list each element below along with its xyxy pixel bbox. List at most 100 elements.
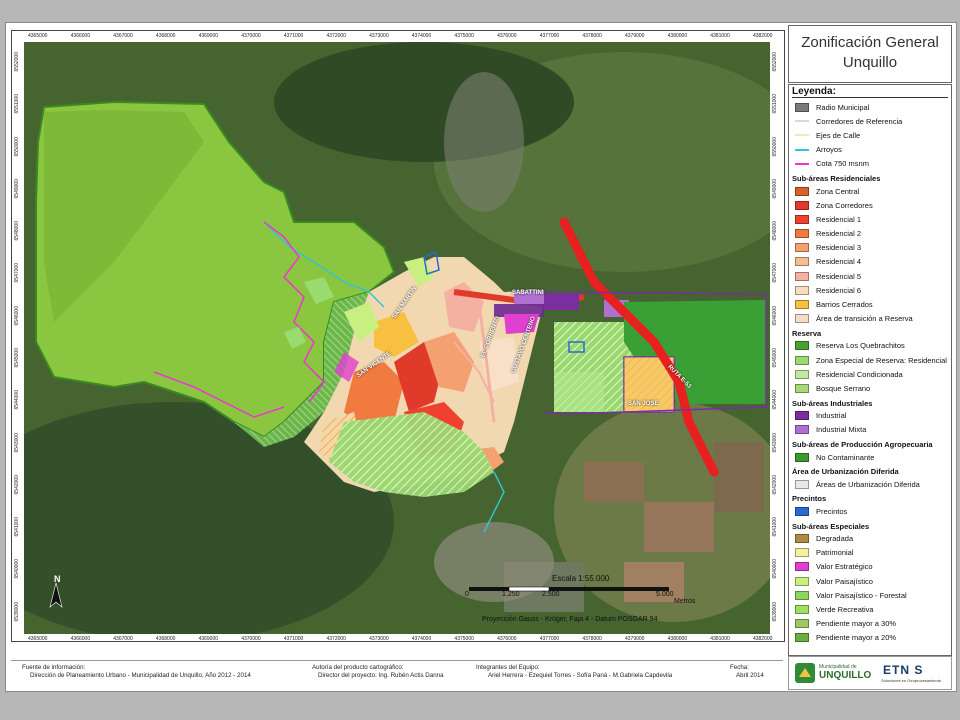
- legend-swatch-icon: [795, 134, 809, 137]
- legend-swatch-icon: [795, 383, 809, 393]
- footer-author: Autoría del producto cartográfico: Direc…: [312, 664, 444, 680]
- legend-items: Radio Municipal Corredores de Referencia E…: [789, 100, 951, 645]
- legend-item-label: Residencial Condicionada: [816, 369, 903, 379]
- x-tick-bottom: 4367000: [113, 636, 133, 642]
- y-tick-left: 6552000: [14, 52, 20, 72]
- footer-team-text: Ariel Herrera - Ezequiel Torres - Sofía …: [488, 672, 673, 679]
- legend-swatch-icon: [795, 605, 809, 615]
- legend-item: Industrial Mixta: [789, 423, 951, 437]
- legend-item: Área de transición a Reserva: [789, 312, 951, 326]
- legend-swatch-icon: [795, 576, 809, 586]
- x-tick-bottom: 4372000: [326, 636, 346, 642]
- map-canvas[interactable]: SABATTINI SAN JOSE RUTA E-53 SAN MARTIN …: [24, 42, 770, 634]
- north-label: N: [54, 574, 61, 584]
- x-tick-top: 4372000: [326, 33, 346, 39]
- legend-section-heading: Sub-áreas Especiales: [792, 521, 870, 531]
- legend-swatch-icon: [795, 200, 809, 210]
- y-tick-right: 6548000: [772, 221, 778, 241]
- legend-item-label: Cota 750 msnm: [816, 159, 869, 169]
- legend-item: Residencial 4: [789, 255, 951, 269]
- legend-item: Patrimonial: [789, 546, 951, 560]
- legend-item-label: Residencial 2: [816, 229, 862, 239]
- y-tick-right: 6543000: [772, 432, 778, 453]
- legend-item-label: Arroyos: [816, 145, 842, 155]
- legend-item: Zona Central: [789, 184, 951, 198]
- legend-item-label: Zona Especial de Reserva: Residencial: [816, 355, 947, 365]
- y-tick-right: 6542000: [772, 474, 778, 495]
- legend-item-label: Pendiente mayor a 30%: [816, 619, 897, 629]
- y-tick-left: 6540000: [14, 559, 20, 579]
- legend-section-heading: Reserva: [792, 328, 822, 338]
- legend-swatch-icon: [795, 120, 809, 123]
- legend-panel: Leyenda: Radio Municipal Corredores de Re…: [788, 84, 952, 656]
- legend-item: Ejes de Calle: [789, 128, 951, 142]
- legend-swatch-icon: [795, 411, 809, 421]
- y-tick-left: 6550000: [14, 136, 20, 157]
- legend-item-label: Zona Corredores: [816, 200, 873, 210]
- x-tick-bottom: 4377000: [539, 636, 560, 642]
- x-tick-bottom: 4382000: [752, 636, 773, 642]
- x-tick-top: 4370000: [241, 33, 261, 39]
- legend-item-label: Pendiente mayor a 20%: [816, 633, 897, 643]
- y-tick-left: 6542000: [14, 474, 20, 495]
- x-tick-top: 4375000: [454, 33, 474, 39]
- y-tick-right: 6541000: [772, 517, 778, 537]
- y-tick-right: 6550000: [772, 136, 778, 157]
- x-tick-bottom: 4373000: [369, 636, 389, 642]
- legend-item: Residencial 6: [789, 283, 951, 297]
- legend-title: Leyenda:: [792, 86, 836, 97]
- legend-item: Residencial 1: [789, 212, 951, 226]
- y-tick-right: 6546000: [772, 305, 778, 326]
- y-tick-right: 6539000: [772, 601, 778, 622]
- legend-item-label: Valor Paisajístico: [816, 576, 873, 586]
- legend-item-label: Precintos: [816, 506, 848, 516]
- legend-item: Zona Especial de Reserva: Residencial: [789, 353, 951, 367]
- legend-item: Verde Recreativa: [789, 602, 951, 616]
- y-tick-right: 6547000: [772, 263, 778, 283]
- x-tick-top: 4374000: [411, 33, 432, 39]
- legend-section-heading: Área de Urbanización Diferida: [792, 467, 899, 477]
- map-title-box: Zonificación General Unquillo: [788, 25, 952, 83]
- legend-swatch-icon: [795, 229, 809, 239]
- legend-swatch-icon: [795, 633, 809, 643]
- legend-swatch-icon: [795, 479, 809, 489]
- x-tick-bottom: 4366000: [70, 636, 91, 642]
- x-tick-top: 4379000: [625, 33, 645, 39]
- legend-swatch-icon: [795, 534, 809, 544]
- scale-tick-2: 2.500: [542, 591, 560, 598]
- x-tick-bottom: 4380000: [667, 636, 688, 642]
- x-tick-top: 4376000: [497, 33, 517, 39]
- x-tick-top: 4366000: [70, 33, 91, 39]
- etnos-text: ETN S: [883, 663, 924, 677]
- y-tick-right: 6551000: [772, 94, 778, 114]
- footer-team-heading: Integrantes del Equipo:: [476, 664, 540, 671]
- y-tick-right: 6544000: [772, 390, 778, 410]
- x-tick-bottom: 4371000: [283, 636, 304, 642]
- legend-item-label: Residencial 5: [816, 271, 862, 281]
- footer-author-heading: Autoría del producto cartográfico:: [312, 664, 404, 671]
- legend-item-label: Ejes de Calle: [816, 130, 861, 140]
- legend-swatch-icon: [795, 214, 809, 224]
- legend-item: Radio Municipal: [789, 100, 951, 114]
- legend-swatch-icon: [795, 300, 809, 310]
- y-tick-left: 6545000: [14, 348, 20, 368]
- legend-item-label: Reserva Los Quebrachitos: [816, 341, 905, 351]
- legend-swatch-icon: [795, 257, 809, 267]
- legend-item-label: Industrial: [816, 411, 847, 421]
- y-tick-left: 6543000: [14, 432, 20, 453]
- legend-swatch-icon: [795, 243, 809, 253]
- scale-tick-1: 1.250: [502, 591, 520, 598]
- legend-swatch-icon: [795, 314, 809, 324]
- legend-item-label: Valor Estratégico: [816, 562, 873, 572]
- x-tick-bottom: 4378000: [582, 636, 602, 642]
- scale-tick-3: 5.000: [656, 591, 674, 598]
- scale-tick-0: 0: [465, 591, 469, 598]
- legend-item-label: Patrimonial: [816, 548, 854, 558]
- legend-item-label: Área de transición a Reserva: [816, 314, 913, 324]
- footer-date-text: Abril 2014: [736, 672, 764, 679]
- legend-item-label: Corredores de Referencia: [816, 116, 903, 126]
- legend-item: Valor Paisajístico: [789, 574, 951, 588]
- map-label-sabattini: SABATTINI: [512, 290, 544, 296]
- map-label-san-jose: SAN JOSE: [628, 401, 659, 407]
- y-tick-left: 6547000: [14, 263, 20, 283]
